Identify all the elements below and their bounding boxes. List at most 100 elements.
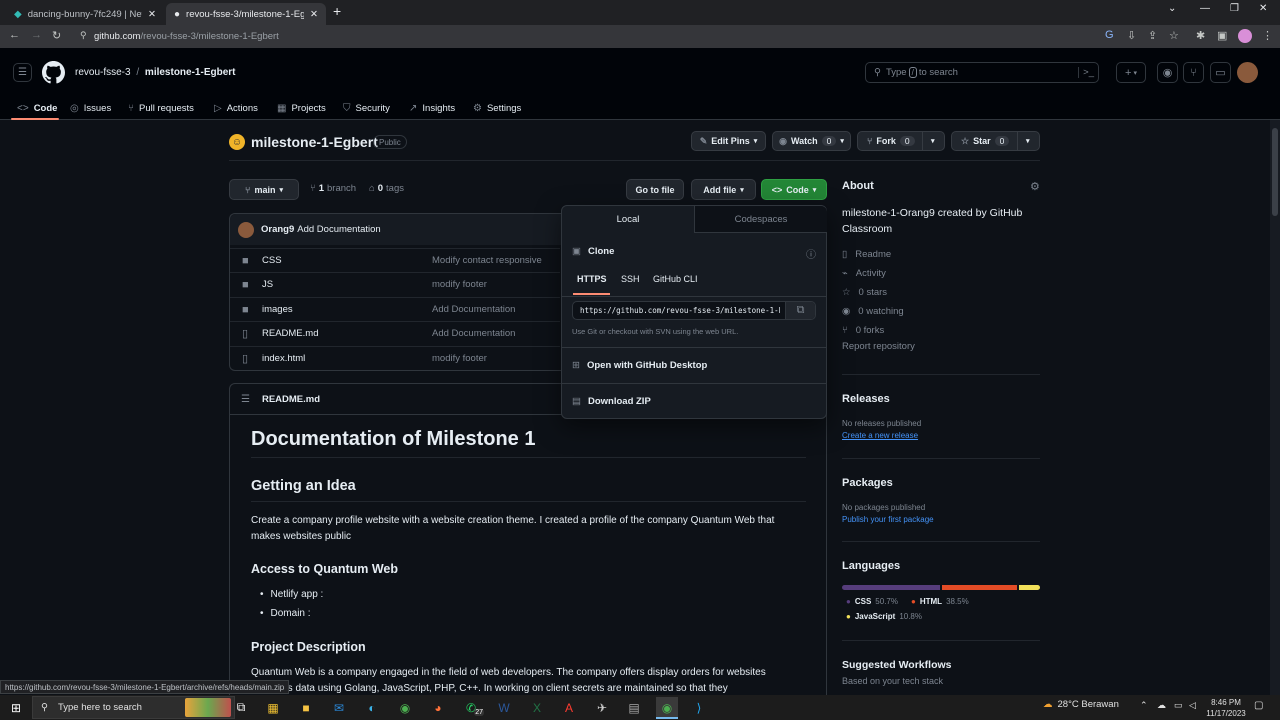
fork-button[interactable]: ⑂ Fork 0 ▾: [857, 131, 945, 151]
app-icon[interactable]: ✈: [591, 697, 613, 718]
file-name[interactable]: JS: [262, 279, 432, 290]
taskbar-clock[interactable]: 8:46 PM 11/17/2023: [1201, 697, 1251, 719]
share-icon[interactable]: ⇪: [1148, 29, 1157, 42]
list-icon[interactable]: ☰: [241, 394, 250, 405]
about-item-forks[interactable]: ⑂ 0 forks: [842, 321, 1040, 340]
tab-insights[interactable]: ↗ Insights: [409, 96, 455, 120]
install-app-icon[interactable]: ⇩: [1127, 29, 1136, 42]
breadcrumb-repo[interactable]: milestone-1-Egbert: [145, 67, 236, 78]
address-bar[interactable]: ⚲ github.com/revou-fsse-3/milestone-1-Eg…: [76, 27, 1256, 46]
commit-author[interactable]: Orang9: [261, 224, 294, 235]
tab-code[interactable]: <> Code: [17, 96, 57, 120]
create-release-link[interactable]: Create a new release: [842, 431, 918, 440]
excel-icon[interactable]: X: [526, 697, 548, 718]
about-item-watching[interactable]: ◉ 0 watching: [842, 302, 1040, 321]
branches-link[interactable]: ⑂ 1 branch: [310, 183, 356, 194]
download-zip-button[interactable]: ▤ Download ZIP: [572, 396, 651, 407]
volume-icon[interactable]: ◁: [1189, 700, 1196, 711]
file-commit-message[interactable]: modify footer: [432, 353, 487, 364]
copy-icon[interactable]: ⧉: [785, 302, 815, 319]
new-tab-button[interactable]: +: [333, 3, 341, 19]
browser-menu-icon[interactable]: ⋮: [1262, 29, 1273, 42]
table-row[interactable]: ▯ index.html modify footer: [230, 346, 560, 370]
forward-icon[interactable]: →: [31, 29, 42, 41]
issues-header-icon[interactable]: ◉: [1157, 62, 1178, 83]
protocol-tab-cli[interactable]: GitHub CLI: [653, 274, 698, 284]
weather-widget[interactable]: ☁ 28°C Berawan: [1043, 699, 1119, 710]
create-new-button[interactable]: + ▾: [1116, 62, 1146, 83]
maximize-window-icon[interactable]: ❐: [1230, 3, 1239, 14]
word-icon[interactable]: W: [493, 697, 515, 718]
reload-icon[interactable]: ↻: [52, 29, 61, 42]
watch-button[interactable]: ◉ Watch 0 ▾: [772, 131, 851, 151]
about-item-activity[interactable]: ⌁ Activity: [842, 264, 1040, 283]
hamburger-menu-icon[interactable]: ☰: [13, 63, 32, 82]
close-window-icon[interactable]: ✕: [1259, 3, 1267, 14]
file-commit-message[interactable]: Add Documentation: [432, 304, 515, 315]
whatsapp-icon[interactable]: ✆ 27: [460, 697, 484, 718]
scrollbar-thumb[interactable]: [1272, 128, 1278, 216]
file-commit-message[interactable]: Modify contact responsive: [432, 255, 542, 266]
table-row[interactable]: ■ CSS Modify contact responsive: [230, 248, 560, 272]
releases-title[interactable]: Releases: [842, 393, 890, 405]
extensions-icon[interactable]: ✱: [1196, 29, 1205, 42]
side-panel-icon[interactable]: ▣: [1217, 29, 1227, 42]
calendar-app-icon[interactable]: ▦: [262, 697, 284, 718]
back-icon[interactable]: ←: [9, 29, 20, 41]
tab-security[interactable]: ⛉ Security: [343, 96, 390, 120]
about-item-readme[interactable]: ▯ Readme: [842, 245, 1040, 264]
tab-settings[interactable]: ⚙ Settings: [473, 96, 521, 120]
command-palette-icon[interactable]: >_: [1078, 67, 1094, 78]
chrome-icon[interactable]: ◉: [394, 697, 416, 718]
add-file-button[interactable]: Add file ▾: [691, 179, 756, 200]
profile-avatar[interactable]: [1238, 29, 1252, 43]
close-tab-icon[interactable]: ✕: [310, 9, 318, 20]
search-input[interactable]: ⚲ Type / to search >_: [865, 62, 1099, 83]
browser-tab-netlify[interactable]: ◆ dancing-bunny-7fc249 | Netlify ✕: [6, 3, 164, 25]
language-item-css[interactable]: ● CSS 50.7%: [846, 597, 898, 606]
tab-pull-requests[interactable]: ⑂ Pull requests: [128, 96, 194, 120]
file-name[interactable]: CSS: [262, 255, 432, 266]
star-button[interactable]: ☆ Star 0 ▾: [951, 131, 1040, 151]
chrome-active-icon[interactable]: ◉: [656, 697, 678, 718]
language-item-html[interactable]: ● HTML 38.5%: [911, 597, 969, 606]
file-name[interactable]: images: [262, 304, 432, 315]
inbox-icon[interactable]: ▭: [1210, 62, 1231, 83]
page-scrollbar[interactable]: [1270, 120, 1280, 695]
firefox-icon[interactable]: ◕: [427, 697, 449, 718]
pull-requests-header-icon[interactable]: ⑂: [1183, 62, 1204, 83]
onedrive-icon[interactable]: ☁: [1157, 700, 1166, 711]
table-row[interactable]: ▯ README.md Add Documentation: [230, 321, 560, 345]
packages-title[interactable]: Packages: [842, 477, 893, 489]
windows-start-icon[interactable]: ⊞: [5, 697, 27, 718]
about-item-stars[interactable]: ☆ 0 stars: [842, 283, 1040, 302]
repo-name[interactable]: milestone-1-Egbert: [251, 134, 378, 150]
file-explorer-icon[interactable]: ■: [295, 697, 317, 718]
google-icon[interactable]: G: [1105, 29, 1114, 41]
clone-tab-codespaces[interactable]: Codespaces: [694, 206, 827, 233]
minimize-window-icon[interactable]: —: [1200, 3, 1210, 14]
table-row[interactable]: ■ JS modify footer: [230, 272, 560, 296]
calculator-icon[interactable]: ▤: [623, 697, 645, 718]
taskbar-search-input[interactable]: ⚲ Type here to search: [32, 696, 235, 719]
file-name[interactable]: index.html: [262, 353, 432, 364]
bookmark-star-icon[interactable]: ☆: [1169, 29, 1179, 42]
system-tray-chevron-icon[interactable]: ⌃: [1140, 700, 1148, 711]
protocol-tab-https[interactable]: HTTPS: [577, 274, 607, 284]
commit-message[interactable]: Add Documentation: [297, 224, 380, 235]
edge-icon[interactable]: ◐: [361, 697, 383, 718]
file-name[interactable]: README.md: [262, 328, 432, 339]
tab-issues[interactable]: ◎ Issues: [70, 96, 111, 120]
protocol-tab-ssh[interactable]: SSH: [621, 274, 640, 284]
clone-tab-local[interactable]: Local: [562, 206, 694, 233]
publish-package-link[interactable]: Publish your first package: [842, 515, 934, 524]
tab-projects[interactable]: ▦ Projects: [277, 96, 326, 120]
network-icon[interactable]: ▭: [1174, 700, 1183, 711]
breadcrumb-owner[interactable]: revou-fsse-3: [75, 67, 131, 78]
site-info-icon[interactable]: ⚲: [80, 30, 87, 41]
go-to-file-button[interactable]: Go to file: [626, 179, 684, 200]
language-item-javascript[interactable]: ● JavaScript 10.8%: [846, 612, 922, 621]
close-tab-icon[interactable]: ✕: [148, 9, 156, 20]
readme-filename[interactable]: README.md: [262, 394, 320, 405]
branch-select-button[interactable]: ⑂ main ▾: [229, 179, 299, 200]
